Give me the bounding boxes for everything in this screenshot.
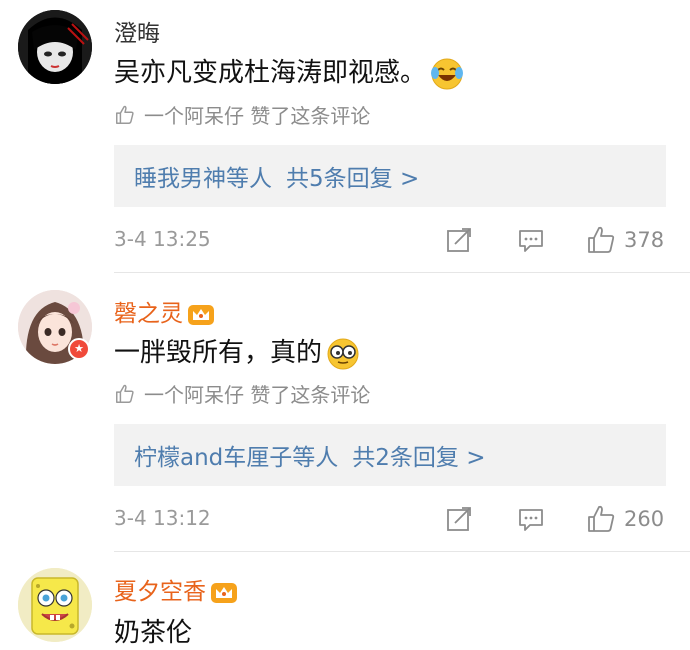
timestamp: 3-4 13:25 — [114, 227, 211, 251]
like-button[interactable]: 260 — [586, 502, 664, 536]
username-text[interactable]: 磬之灵 — [114, 301, 183, 327]
like-button[interactable]: 378 — [586, 223, 664, 257]
thumbs-up-icon — [116, 105, 134, 124]
crown-icon — [188, 304, 214, 325]
liked-by-text: 一个阿呆仔 赞了这条评论 — [144, 383, 371, 407]
reply-names[interactable]: 柠檬and车厘子等人 — [134, 438, 338, 472]
comment-footer: 3-4 13:25 378 — [114, 223, 666, 257]
liked-by-text: 一个阿呆仔 赞了这条评论 — [144, 104, 371, 128]
share-icon — [447, 228, 471, 252]
username-text[interactable]: 夏夕空香 — [114, 579, 206, 605]
comment-button[interactable] — [516, 502, 546, 536]
comment-text-body: 吴亦凡变成杜海涛即视感。 — [114, 58, 427, 88]
reply-names[interactable]: 睡我男神等人 — [134, 159, 272, 193]
comment-text-body: 奶茶伦 — [114, 618, 193, 648]
verified-badge-icon: ★ — [68, 338, 90, 360]
crown-icon — [211, 582, 237, 603]
divider — [114, 272, 690, 273]
reply-count-link[interactable]: 共2条回复 > — [352, 438, 485, 472]
comment-icon — [519, 230, 543, 252]
avatar[interactable] — [18, 10, 92, 84]
share-button[interactable] — [444, 502, 474, 536]
thumbs-up-icon — [116, 384, 134, 403]
share-button[interactable] — [444, 223, 474, 257]
comment-text: 奶茶伦 — [114, 612, 192, 649]
like-count: 260 — [624, 507, 665, 531]
avatar-image — [18, 568, 92, 642]
comment-text: 一胖毁所有，真的 — [114, 332, 360, 371]
sunglasses-emoji — [327, 338, 359, 369]
liked-by-row: 一个阿呆仔 赞了这条评论 — [114, 100, 370, 129]
username[interactable]: 夏夕空香 — [114, 572, 238, 606]
thumbs-up-icon — [588, 226, 615, 253]
comment-footer: 3-4 13:12 260 — [114, 502, 666, 536]
comment-text: 吴亦凡变成杜海涛即视感。 — [114, 52, 464, 91]
comment-icon — [519, 509, 543, 531]
avatar[interactable] — [18, 568, 92, 642]
share-icon — [447, 507, 471, 531]
reply-preview[interactable]: 柠檬and车厘子等人 共2条回复 > — [114, 424, 666, 486]
username[interactable]: 澄晦 — [114, 14, 160, 48]
reply-preview[interactable]: 睡我男神等人 共5条回复 > — [114, 145, 666, 207]
comment-text-body: 一胖毁所有，真的 — [114, 338, 323, 368]
liked-by-row: 一个阿呆仔 赞了这条评论 — [114, 379, 370, 408]
like-count: 378 — [624, 228, 665, 252]
laughing-tears-emoji — [431, 58, 464, 89]
divider — [114, 551, 690, 552]
reply-count-link[interactable]: 共5条回复 > — [286, 159, 419, 193]
comment-button[interactable] — [516, 223, 546, 257]
avatar-image — [18, 10, 92, 84]
username[interactable]: 磬之灵 — [114, 294, 215, 328]
timestamp: 3-4 13:12 — [114, 506, 211, 530]
thumbs-up-icon — [588, 505, 615, 532]
